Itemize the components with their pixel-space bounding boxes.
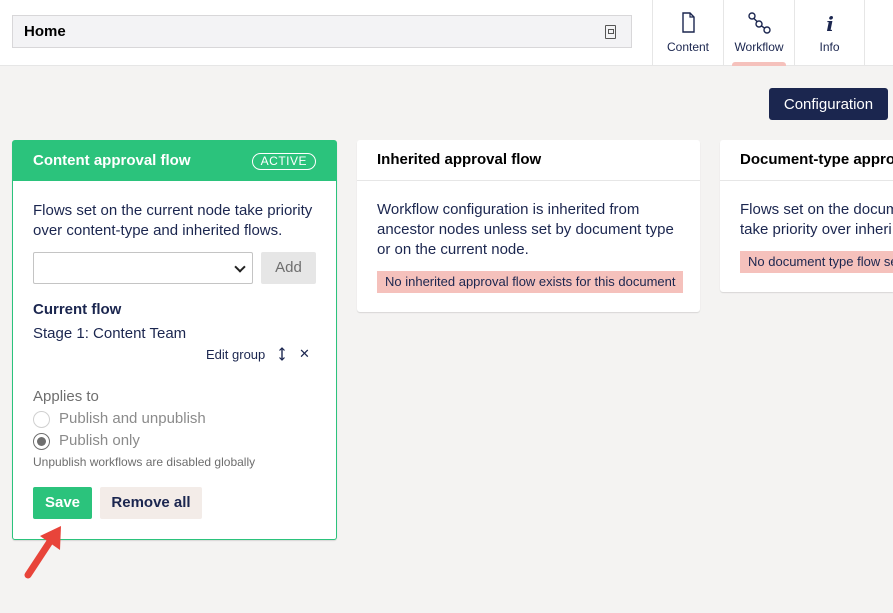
remove-stage-icon[interactable]: ✕ xyxy=(299,346,310,362)
card-description-line-1: Flows set on the docum xyxy=(740,201,893,218)
card-header: Content approval flow ACTIVE xyxy=(13,141,336,181)
status-badge: ACTIVE xyxy=(251,153,316,170)
chevron-down-icon xyxy=(234,261,246,273)
card-description-line-2: take priority over inheri xyxy=(740,221,892,238)
workflow-icon xyxy=(748,12,771,34)
card-description: Flows set on the current node take prior… xyxy=(33,202,313,239)
tab-workflow-label: Workflow xyxy=(734,40,784,54)
no-inherited-flow-alert: No inherited approval flow exists for th… xyxy=(377,271,684,293)
lock-icon[interactable] xyxy=(605,25,616,39)
hint-text: Unpublish workflows are disabled globall… xyxy=(33,455,256,469)
sort-handle-icon[interactable] xyxy=(278,347,286,361)
flow-select[interactable] xyxy=(33,252,253,284)
option-label: Publish and unpublish xyxy=(59,410,206,427)
option-label: Publish only xyxy=(59,432,140,449)
radio-publish-and-unpublish[interactable] xyxy=(33,411,50,428)
tab-info[interactable]: i Info xyxy=(794,0,865,66)
node-name-field[interactable]: Home xyxy=(12,15,632,48)
configuration-button[interactable]: Configuration xyxy=(769,88,888,120)
card-description: Workflow configuration is inherited from… xyxy=(377,201,674,258)
card-title: Document-type approv xyxy=(740,151,893,168)
stage-label: Stage 1: Content Team xyxy=(33,325,187,342)
content-approval-flow-card: Content approval flow ACTIVE Flows set o… xyxy=(12,140,337,540)
inherited-approval-flow-card: Inherited approval flow Workflow configu… xyxy=(357,140,700,312)
add-button[interactable]: Add xyxy=(261,252,316,284)
editor-header: Home Content Workflow i Info xyxy=(0,0,893,66)
annotation-arrow-icon xyxy=(24,526,61,579)
node-name: Home xyxy=(24,23,66,40)
app-tabs: Content Workflow i Info xyxy=(652,0,865,66)
card-title: Content approval flow xyxy=(33,152,191,169)
info-icon: i xyxy=(826,12,834,34)
no-document-type-flow-alert: No document type flow se xyxy=(740,251,893,273)
svg-text:i: i xyxy=(826,12,834,34)
tab-content[interactable]: Content xyxy=(652,0,723,66)
edit-group-link[interactable]: Edit group xyxy=(206,347,265,362)
remove-all-button[interactable]: Remove all xyxy=(100,487,202,519)
document-icon xyxy=(682,12,695,33)
card-header: Document-type approv xyxy=(720,140,893,181)
applies-to-title: Applies to xyxy=(33,388,99,405)
tab-info-label: Info xyxy=(819,40,840,54)
document-type-approval-flow-card: Document-type approv Flows set on the do… xyxy=(720,140,893,292)
current-flow-title: Current flow xyxy=(33,301,122,318)
tab-content-label: Content xyxy=(666,40,710,54)
radio-publish-only[interactable] xyxy=(33,433,50,450)
card-title: Inherited approval flow xyxy=(377,151,542,168)
card-header: Inherited approval flow xyxy=(357,140,700,181)
tab-workflow[interactable]: Workflow xyxy=(723,0,794,66)
save-button[interactable]: Save xyxy=(33,487,92,519)
